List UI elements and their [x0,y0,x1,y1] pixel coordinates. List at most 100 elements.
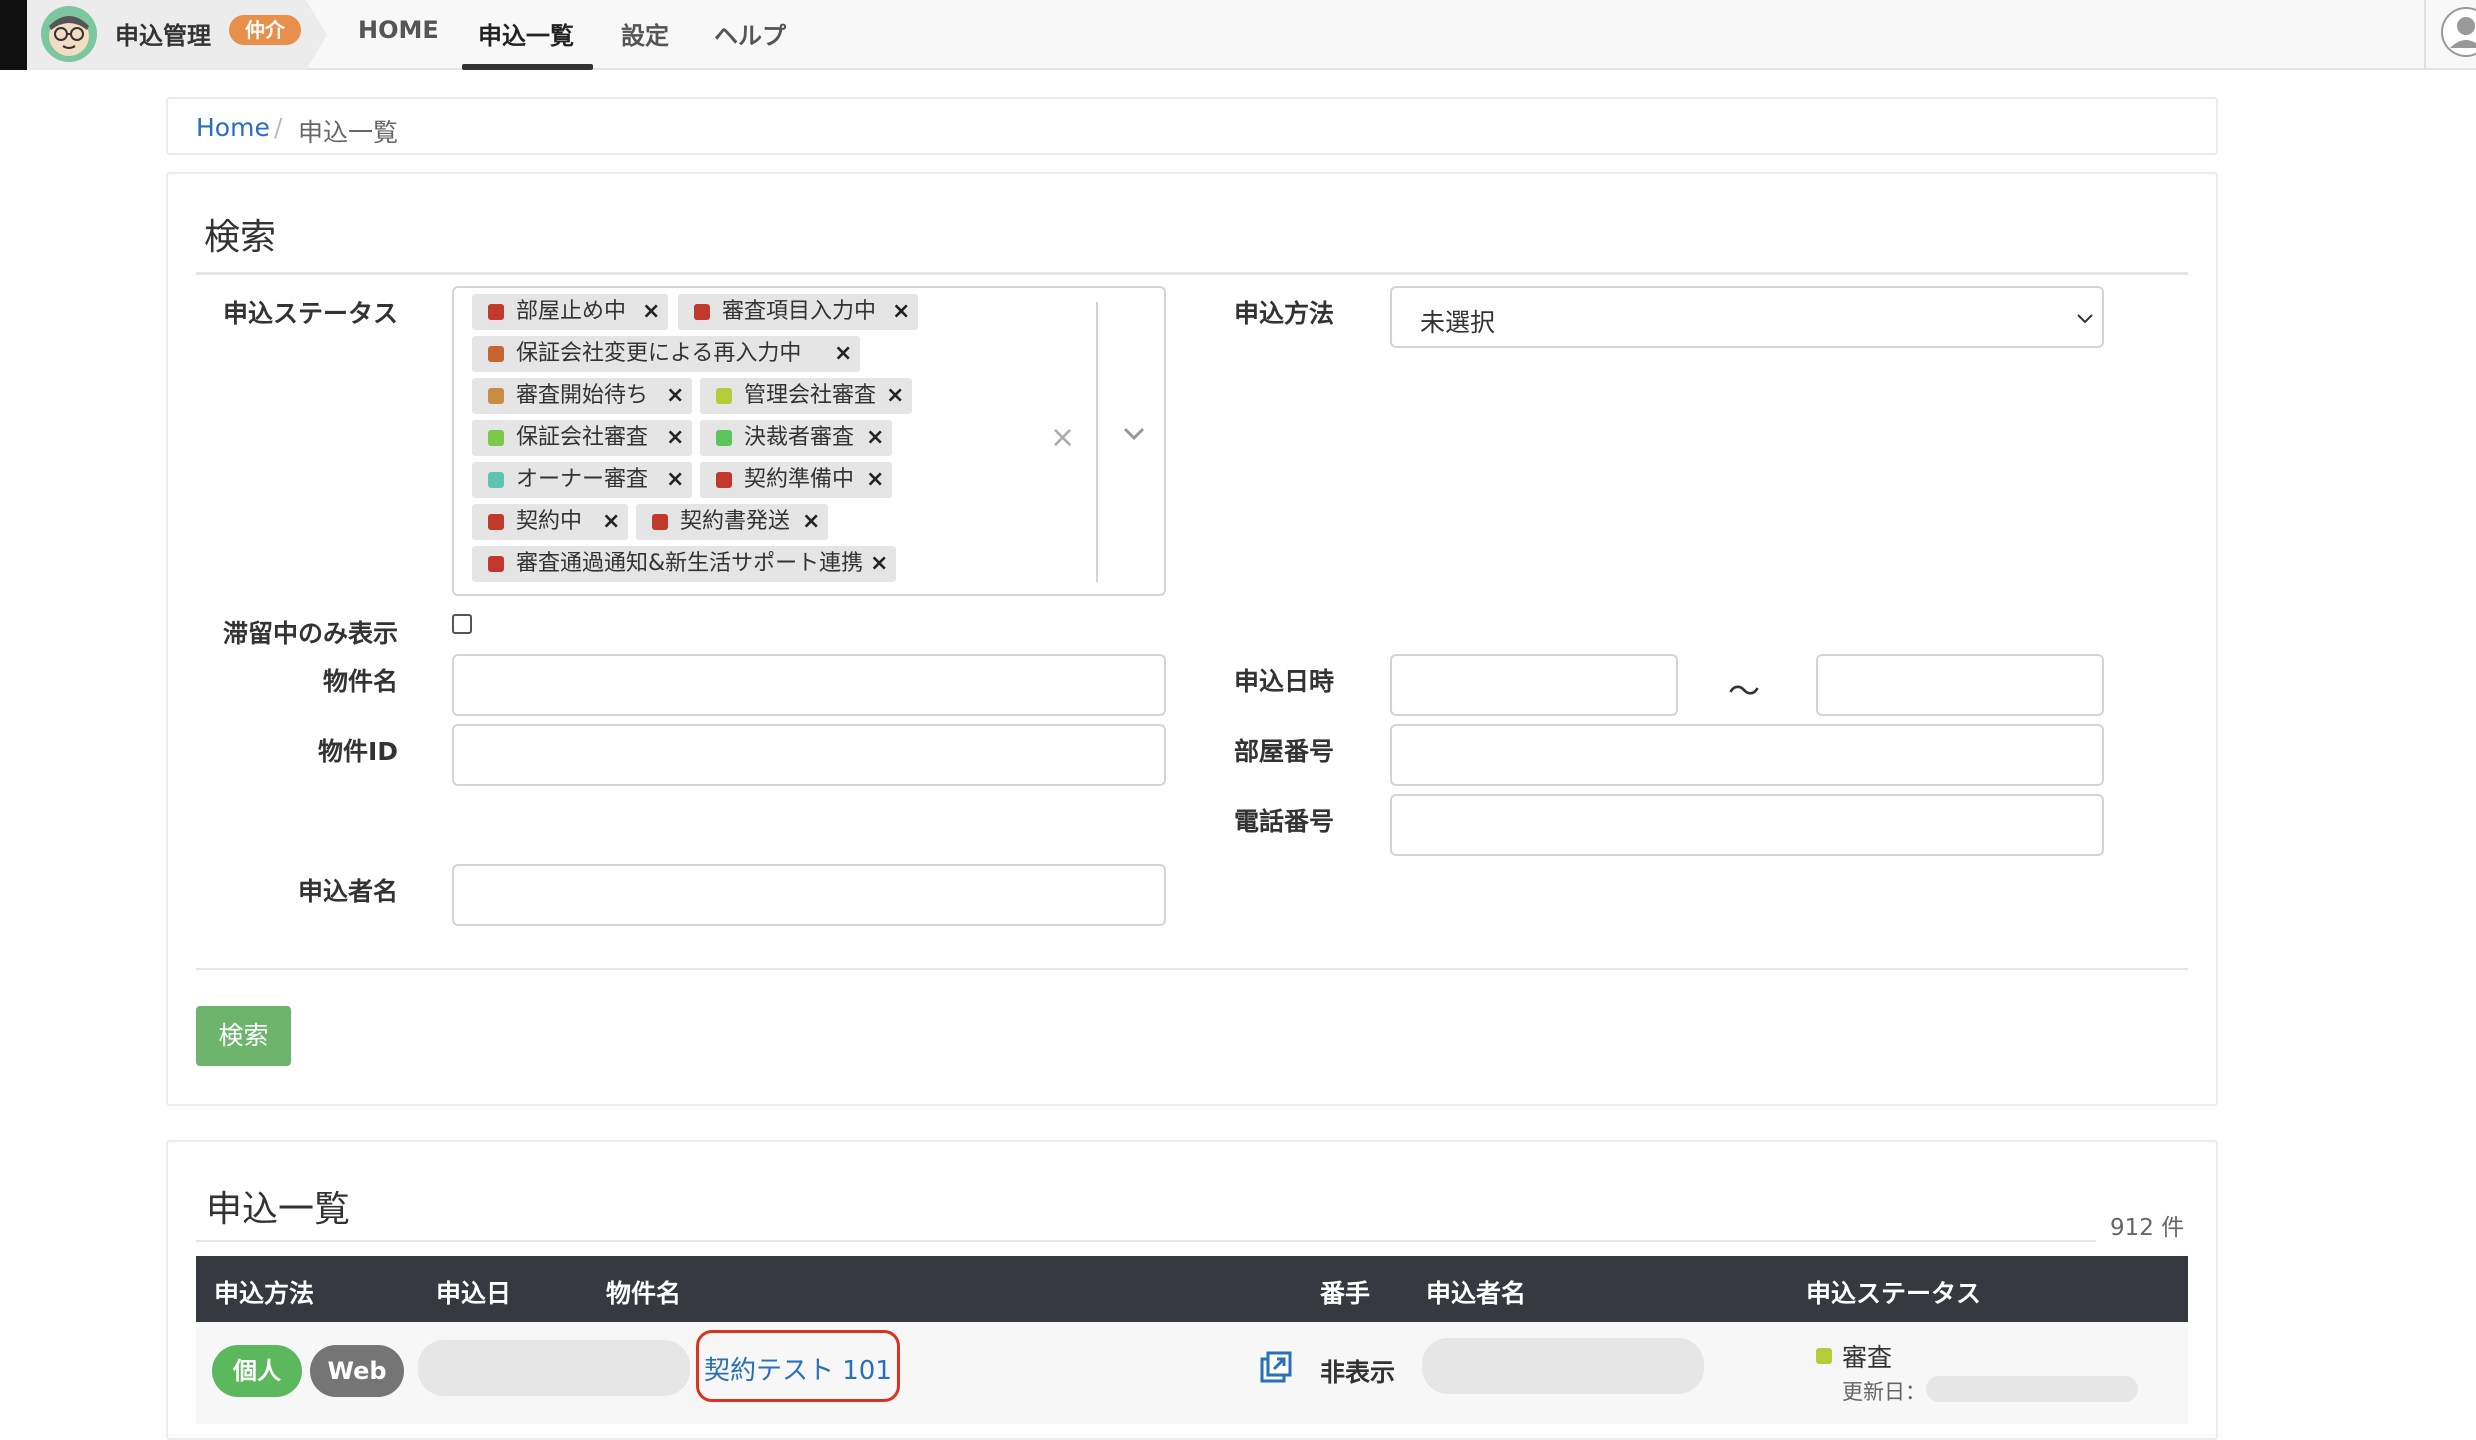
remove-chip-icon[interactable]: × [666,420,684,456]
clear-all-icon[interactable]: × [1050,420,1075,455]
column-header[interactable]: 物件名 [606,1274,681,1310]
status-color-dot [716,472,732,488]
status-color-dot [488,556,504,572]
remove-chip-icon[interactable]: × [666,462,684,498]
stagnant-label: 滞留中のみ表示 [222,619,398,648]
room-number-input[interactable] [1390,724,2104,786]
status-chip: 契約準備中 × [700,462,892,498]
search-button[interactable]: 検索 [196,1006,291,1066]
user-avatar-icon [2441,7,2476,57]
status-color-dot [488,514,504,530]
status-chip-label: 審査通過通知&新生活サポート連携 [516,551,864,576]
remove-chip-icon[interactable]: × [802,504,820,540]
remove-chip-icon[interactable]: × [834,336,852,372]
method-label: 申込方法 [1233,299,1334,328]
status-chip: 契約書発送 × [636,504,828,540]
method-select-value: 未選択 [1420,308,1496,337]
status-chip-label: 保証会社変更による再入力中 [516,341,802,366]
status-chip-label: 管理会社審査 [744,383,877,408]
status-color-dot [716,388,732,404]
status-value: 審査 [1842,1343,1893,1372]
status-color-dot [488,388,504,404]
breadcrumb: Home / 申込一覧 [166,97,2218,155]
window-edge [0,0,27,70]
nav-settings[interactable]: 設定 [621,16,669,51]
updated-date-label: 更新日： [1842,1380,1926,1404]
phone-number-input[interactable] [1390,794,2104,856]
status-color-dot [716,430,732,446]
property-name-label: 物件名 [322,667,398,696]
multiselect-divider [1096,302,1098,582]
redacted-applicant-name [1422,1338,1704,1394]
status-chip-label: オーナー審査 [516,467,649,492]
room-label: 部屋番号 [1233,737,1334,766]
status-color-dot [488,304,504,320]
search-actions-divider [196,968,2188,970]
status-chip-label: 契約書発送 [680,509,791,534]
nav-home[interactable]: HOME [358,16,439,44]
status-chip: 保証会社審査 × [472,420,692,456]
status-chip: 審査開始待ち × [472,378,692,414]
remove-chip-icon[interactable]: × [866,462,884,498]
status-chip-label: 契約中 [516,509,583,534]
status-label: 申込ステータス [222,299,398,328]
status-chip: 審査通過通知&新生活サポート連携 × [472,546,896,582]
user-menu[interactable] [2424,0,2476,70]
status-chip-label: 決裁者審査 [744,425,855,450]
status-multiselect[interactable]: 部屋止め中 × 審査項目入力中 × 保証会社変更による再入力中 × 審査開始待ち × 管理会社審… [452,286,1166,596]
status-color-dot [488,472,504,488]
result-count: 912 件 [2110,1215,2185,1241]
nav-help[interactable]: ヘルプ [714,16,786,51]
remove-chip-icon[interactable]: × [892,294,910,330]
list-title-divider [196,1240,2096,1242]
property-id-input[interactable] [452,724,1166,786]
remove-chip-icon[interactable]: × [866,420,884,456]
nav-application-list[interactable]: 申込一覧 [478,16,574,51]
status-color-indicator [1816,1348,1832,1364]
external-link-icon[interactable] [1260,1351,1292,1383]
breadcrumb-home-link[interactable]: Home [196,113,270,142]
date-to-input[interactable] [1816,654,2104,716]
nav-active-indicator [462,64,593,70]
method-select[interactable]: 未選択 [1390,286,2104,348]
status-chip: 決裁者審査 × [700,420,892,456]
date-label: 申込日時 [1233,667,1334,696]
status-chip-label: 契約準備中 [744,467,855,492]
status-chip-label: 部屋止め中 [516,299,627,324]
chevron-down-icon [2077,314,2093,324]
remove-chip-icon[interactable]: × [870,546,888,582]
status-chip-label: 保証会社審査 [516,425,649,450]
status-chip: オーナー審査 × [472,462,692,498]
remove-chip-icon[interactable]: × [642,294,660,330]
status-color-dot [488,430,504,446]
rank-value: 非表示 [1320,1358,1396,1387]
status-chip-label: 審査開始待ち [516,383,649,408]
status-color-dot [652,514,668,530]
column-header[interactable]: 申込ステータス [1806,1274,1981,1310]
table-header: 申込方法 申込日 物件名 番手 申込者名 申込ステータス [196,1256,2188,1322]
remove-chip-icon[interactable]: × [886,378,904,414]
column-header[interactable]: 申込者名 [1426,1274,1526,1310]
brand-role-badge: 仲介 [229,15,301,45]
top-navbar: 申込管理 仲介 HOME 申込一覧 設定 ヘルプ [0,0,2476,70]
stagnant-checkbox[interactable] [452,614,472,634]
status-chip: 管理会社審査 × [700,378,912,414]
status-color-dot [694,304,710,320]
column-header[interactable]: 番手 [1320,1274,1370,1310]
property-id-label: 物件ID [317,737,398,766]
applicant-name-input[interactable] [452,864,1166,926]
date-from-input[interactable] [1390,654,1678,716]
highlight-annotation [696,1330,900,1402]
remove-chip-icon[interactable]: × [602,504,620,540]
column-header[interactable]: 申込方法 [214,1274,314,1310]
property-name-input[interactable] [452,654,1166,716]
chevron-down-icon[interactable] [1122,426,1146,442]
brand[interactable]: 申込管理 仲介 [27,0,327,70]
status-chip: 部屋止め中 × [472,294,668,330]
list-title: 申込一覧 [206,1189,351,1230]
search-title: 検索 [204,217,277,258]
status-color-dot [488,346,504,362]
remove-chip-icon[interactable]: × [666,378,684,414]
column-header[interactable]: 申込日 [436,1274,511,1310]
brand-title: 申込管理 [115,22,211,50]
